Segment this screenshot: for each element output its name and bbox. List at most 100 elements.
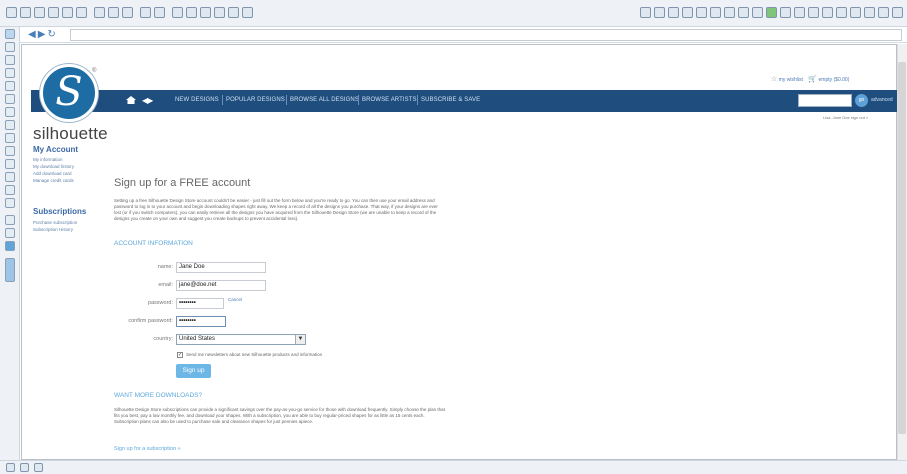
sidebar-link-credit-cards[interactable]: Manage credit cards bbox=[33, 178, 74, 183]
status-bar bbox=[0, 460, 907, 474]
sidebar-link-information[interactable]: My information bbox=[33, 157, 63, 162]
blue-tool-icon[interactable] bbox=[5, 241, 15, 251]
shape-icon[interactable] bbox=[682, 7, 693, 18]
sidebar-link-download-history[interactable]: My download history bbox=[33, 164, 74, 169]
sign-up-button[interactable]: Sign up bbox=[176, 364, 211, 378]
cart-link[interactable]: empty ($0.00) bbox=[819, 77, 850, 83]
chevron-down-icon[interactable]: ▼ bbox=[295, 335, 305, 344]
grid-icon[interactable] bbox=[242, 7, 253, 18]
confirm-password-field[interactable]: •••••••• bbox=[176, 316, 226, 327]
nav-popular-designs[interactable]: POPULAR DESIGNS bbox=[226, 97, 285, 103]
rotate-icon[interactable] bbox=[752, 7, 763, 18]
more-downloads-heading: WANT MORE DOWNLOADS? bbox=[114, 392, 203, 399]
globe-icon[interactable] bbox=[794, 7, 805, 18]
paste-icon[interactable] bbox=[122, 7, 133, 18]
form-icon[interactable] bbox=[836, 7, 847, 18]
brush-tool-icon[interactable] bbox=[5, 107, 15, 117]
sidebar-link-purchase-subscription[interactable]: Purchase subscription bbox=[33, 220, 77, 225]
line-tool-icon[interactable] bbox=[5, 55, 15, 65]
cross-icon[interactable] bbox=[738, 7, 749, 18]
swatch-icon[interactable] bbox=[5, 258, 15, 282]
panel-tool-icon[interactable] bbox=[5, 215, 15, 225]
table-icon[interactable] bbox=[48, 7, 59, 18]
zoom-in-icon[interactable] bbox=[172, 7, 183, 18]
style-icon[interactable] bbox=[654, 7, 665, 18]
text-icon[interactable] bbox=[724, 7, 735, 18]
search-icon[interactable] bbox=[200, 7, 211, 18]
intro-text: Setting up a free Silhouette Design Stor… bbox=[114, 198, 438, 221]
save-icon[interactable] bbox=[34, 7, 45, 18]
chart-icon[interactable] bbox=[780, 7, 791, 18]
pen-tool-icon[interactable] bbox=[5, 42, 15, 52]
rect-tool-icon[interactable] bbox=[5, 68, 15, 78]
email-field[interactable]: jane@doe.net bbox=[176, 280, 266, 291]
eraser-tool-icon[interactable] bbox=[5, 133, 15, 143]
new-page-icon[interactable] bbox=[6, 7, 17, 18]
nav-browse-all[interactable]: BROWSE ALL DESIGNS bbox=[290, 97, 359, 103]
format-icon[interactable] bbox=[640, 7, 651, 18]
country-select[interactable]: United States bbox=[176, 334, 306, 345]
advanced-search-link[interactable]: advanced bbox=[871, 97, 893, 103]
eyedropper-tool-icon[interactable] bbox=[5, 146, 15, 156]
nav-subscribe[interactable]: SUBSCRIBE & SAVE bbox=[421, 97, 480, 103]
registered-mark: ® bbox=[92, 68, 97, 74]
nav-browse-artists[interactable]: BROWSE ARTISTS bbox=[362, 97, 417, 103]
my-account-heading: My Account bbox=[33, 145, 79, 154]
name-field[interactable]: Jane Doe bbox=[176, 262, 266, 273]
sidebar-link-download-card[interactable]: Add download card bbox=[33, 171, 72, 176]
code-icon[interactable] bbox=[864, 7, 875, 18]
flash-icon[interactable] bbox=[808, 7, 819, 18]
media-icon[interactable] bbox=[822, 7, 833, 18]
search-input[interactable] bbox=[798, 94, 852, 107]
logo-text[interactable]: silhouette bbox=[33, 124, 108, 144]
newsletter-checkbox[interactable]: ✓ bbox=[177, 352, 183, 358]
select-tool-icon[interactable] bbox=[5, 29, 15, 39]
cancel-link[interactable]: Cancel bbox=[228, 297, 242, 302]
frame-icon[interactable] bbox=[850, 7, 861, 18]
layer-icon[interactable] bbox=[668, 7, 679, 18]
window-icon[interactable] bbox=[878, 7, 889, 18]
zoom-tool-icon[interactable] bbox=[5, 172, 15, 182]
text-tool-icon[interactable] bbox=[5, 185, 15, 195]
subscription-signup-link[interactable]: Sign up for a subscription » bbox=[114, 446, 181, 452]
align-icon[interactable] bbox=[710, 7, 721, 18]
url-input[interactable] bbox=[70, 29, 902, 41]
check-icon[interactable] bbox=[76, 7, 87, 18]
eye-icon[interactable] bbox=[228, 7, 239, 18]
browser-nav-buttons[interactable]: ◀▶↻ bbox=[28, 29, 58, 40]
more-downloads-text: Silhouette Design Store subscriptions ca… bbox=[114, 407, 445, 424]
undo-icon[interactable] bbox=[140, 7, 151, 18]
color-icon[interactable] bbox=[766, 7, 777, 18]
nav-separator bbox=[222, 95, 223, 105]
top-links: ☆ my wishlist 🛒 empty ($0.00) bbox=[771, 75, 849, 83]
user-status[interactable]: Lisa, Jane Doe sign out » bbox=[823, 115, 868, 120]
image-icon[interactable] bbox=[62, 7, 73, 18]
logo-letter: S bbox=[55, 69, 83, 115]
scroll-thumb[interactable] bbox=[898, 62, 906, 434]
zoom-out-icon[interactable] bbox=[186, 7, 197, 18]
ellipse-tool-icon[interactable] bbox=[5, 81, 15, 91]
account-info-heading: ACCOUNT INFORMATION bbox=[114, 240, 193, 247]
hand-tool-icon[interactable] bbox=[5, 159, 15, 169]
password-label: password: bbox=[147, 300, 173, 306]
arrows-icon[interactable]: ◀▶ bbox=[142, 96, 153, 105]
search-go-button[interactable]: go bbox=[855, 94, 868, 107]
nav-new-designs[interactable]: NEW DESIGNS bbox=[175, 97, 219, 103]
star-icon: ☆ bbox=[771, 76, 778, 83]
copy-icon[interactable] bbox=[108, 7, 119, 18]
sidebar-link-subscription-history[interactable]: Subscription History bbox=[33, 227, 73, 232]
open-icon[interactable] bbox=[20, 7, 31, 18]
pen-icon[interactable] bbox=[214, 7, 225, 18]
home-icon[interactable] bbox=[126, 96, 136, 104]
app-toolbar bbox=[0, 0, 907, 27]
link-icon[interactable] bbox=[696, 7, 707, 18]
password-field[interactable]: •••••••• bbox=[176, 298, 224, 309]
polygon-tool-icon[interactable] bbox=[5, 94, 15, 104]
stroke-tool-icon[interactable] bbox=[5, 198, 15, 208]
layout-tool-icon[interactable] bbox=[5, 228, 15, 238]
fill-tool-icon[interactable] bbox=[5, 120, 15, 130]
wishlist-link[interactable]: my wishlist bbox=[779, 77, 803, 83]
redo-icon[interactable] bbox=[154, 7, 165, 18]
cut-icon[interactable] bbox=[94, 7, 105, 18]
settings-icon[interactable] bbox=[892, 7, 903, 18]
